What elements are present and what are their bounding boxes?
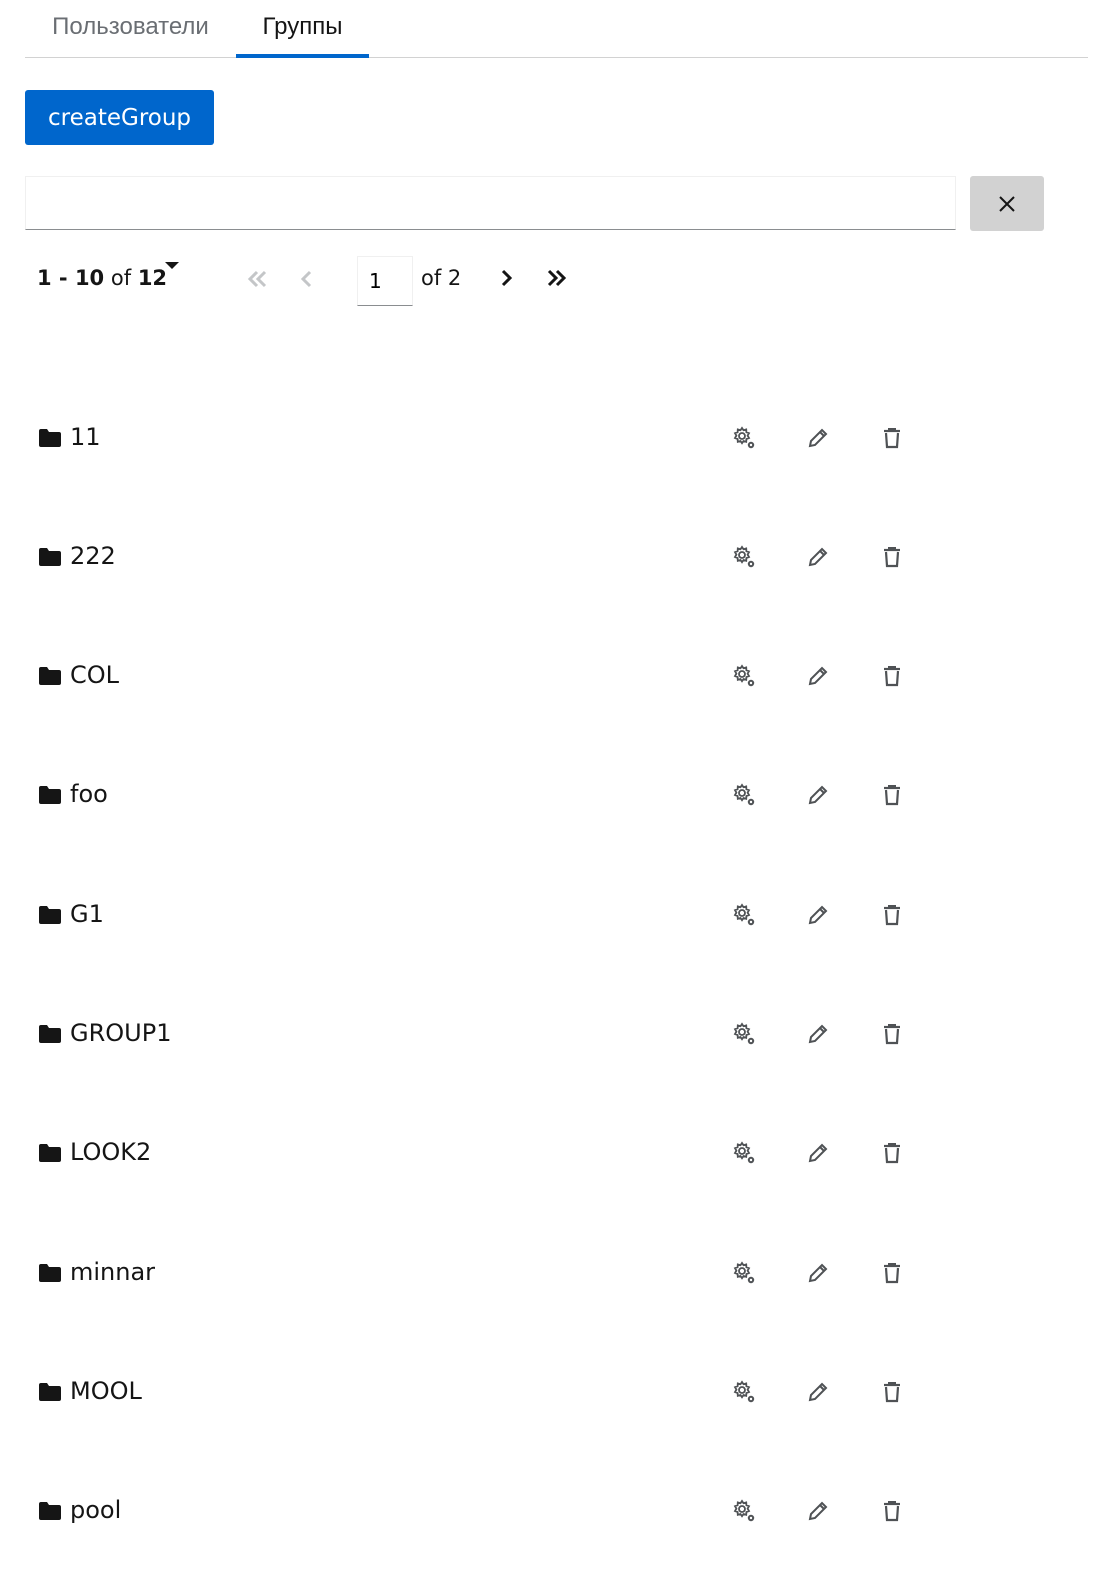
edit-icon[interactable]	[804, 1378, 832, 1406]
folder-icon	[39, 1025, 61, 1043]
edit-icon[interactable]	[804, 543, 832, 571]
settings-icon[interactable]	[730, 1139, 758, 1167]
group-name[interactable]: 222	[70, 542, 116, 570]
group-name[interactable]: LOOK2	[70, 1138, 151, 1166]
edit-icon[interactable]	[804, 1259, 832, 1287]
group-row[interactable]: COL	[25, 647, 1088, 707]
next-page-icon[interactable]	[496, 266, 516, 290]
trash-icon[interactable]	[878, 1020, 906, 1048]
trash-icon[interactable]	[878, 781, 906, 809]
group-name[interactable]: foo	[70, 780, 108, 808]
settings-icon[interactable]	[730, 543, 758, 571]
search-input[interactable]	[25, 176, 956, 230]
group-row[interactable]: 222	[25, 528, 1088, 588]
previous-page-icon[interactable]	[298, 268, 316, 290]
edit-icon[interactable]	[804, 1497, 832, 1525]
folder-icon	[39, 1264, 61, 1282]
group-name[interactable]: GROUP1	[70, 1019, 171, 1047]
edit-icon[interactable]	[804, 901, 832, 929]
folder-icon	[39, 1144, 61, 1162]
first-page-icon[interactable]	[246, 268, 270, 290]
trash-icon[interactable]	[878, 901, 906, 929]
settings-icon[interactable]	[730, 662, 758, 690]
caret-down-icon[interactable]	[163, 258, 181, 274]
group-name[interactable]: COL	[70, 661, 119, 689]
close-icon	[999, 195, 1015, 212]
group-row[interactable]: MOOL	[25, 1363, 1088, 1423]
edit-icon[interactable]	[804, 424, 832, 452]
folder-icon	[39, 429, 61, 447]
settings-icon[interactable]	[730, 424, 758, 452]
clear-search-button[interactable]	[970, 176, 1044, 231]
folder-icon	[39, 667, 61, 685]
folder-icon	[39, 906, 61, 924]
page-number-input[interactable]	[357, 256, 413, 306]
tab-bar: Пользователи Группы	[25, 0, 1088, 58]
pagination-of-pages: of 2	[421, 266, 462, 290]
pagination-count: 1 - 10 of 12	[37, 266, 167, 290]
group-row[interactable]: foo	[25, 766, 1088, 826]
last-page-icon[interactable]	[543, 266, 569, 290]
create-group-button[interactable]: createGroup	[25, 90, 214, 145]
folder-icon	[39, 1383, 61, 1401]
edit-icon[interactable]	[804, 781, 832, 809]
settings-icon[interactable]	[730, 1020, 758, 1048]
group-row[interactable]: pool	[25, 1482, 1088, 1542]
trash-icon[interactable]	[878, 1139, 906, 1167]
settings-icon[interactable]	[730, 1259, 758, 1287]
edit-icon[interactable]	[804, 662, 832, 690]
settings-icon[interactable]	[730, 1497, 758, 1525]
trash-icon[interactable]	[878, 1497, 906, 1525]
group-name[interactable]: G1	[70, 900, 104, 928]
folder-icon	[39, 1502, 61, 1520]
folder-icon	[39, 548, 61, 566]
tab-groups[interactable]: Группы	[236, 0, 369, 58]
trash-icon[interactable]	[878, 662, 906, 690]
group-row[interactable]: minnar	[25, 1244, 1088, 1304]
pagination-range: 1 - 10	[37, 266, 105, 290]
pagination-of: of	[110, 266, 132, 290]
edit-icon[interactable]	[804, 1139, 832, 1167]
group-name[interactable]: minnar	[70, 1258, 155, 1286]
trash-icon[interactable]	[878, 424, 906, 452]
trash-icon[interactable]	[878, 1378, 906, 1406]
edit-icon[interactable]	[804, 1020, 832, 1048]
tab-users[interactable]: Пользователи	[25, 0, 236, 57]
settings-icon[interactable]	[730, 781, 758, 809]
group-row[interactable]: GROUP1	[25, 1005, 1088, 1065]
settings-icon[interactable]	[730, 1378, 758, 1406]
trash-icon[interactable]	[878, 543, 906, 571]
group-row[interactable]: LOOK2	[25, 1124, 1088, 1184]
group-name[interactable]: MOOL	[70, 1377, 142, 1405]
group-name[interactable]: 11	[70, 423, 101, 451]
group-name[interactable]: pool	[70, 1496, 121, 1524]
settings-icon[interactable]	[730, 901, 758, 929]
folder-icon	[39, 786, 61, 804]
trash-icon[interactable]	[878, 1259, 906, 1287]
group-row[interactable]: G1	[25, 886, 1088, 946]
group-row[interactable]: 11	[25, 409, 1088, 469]
